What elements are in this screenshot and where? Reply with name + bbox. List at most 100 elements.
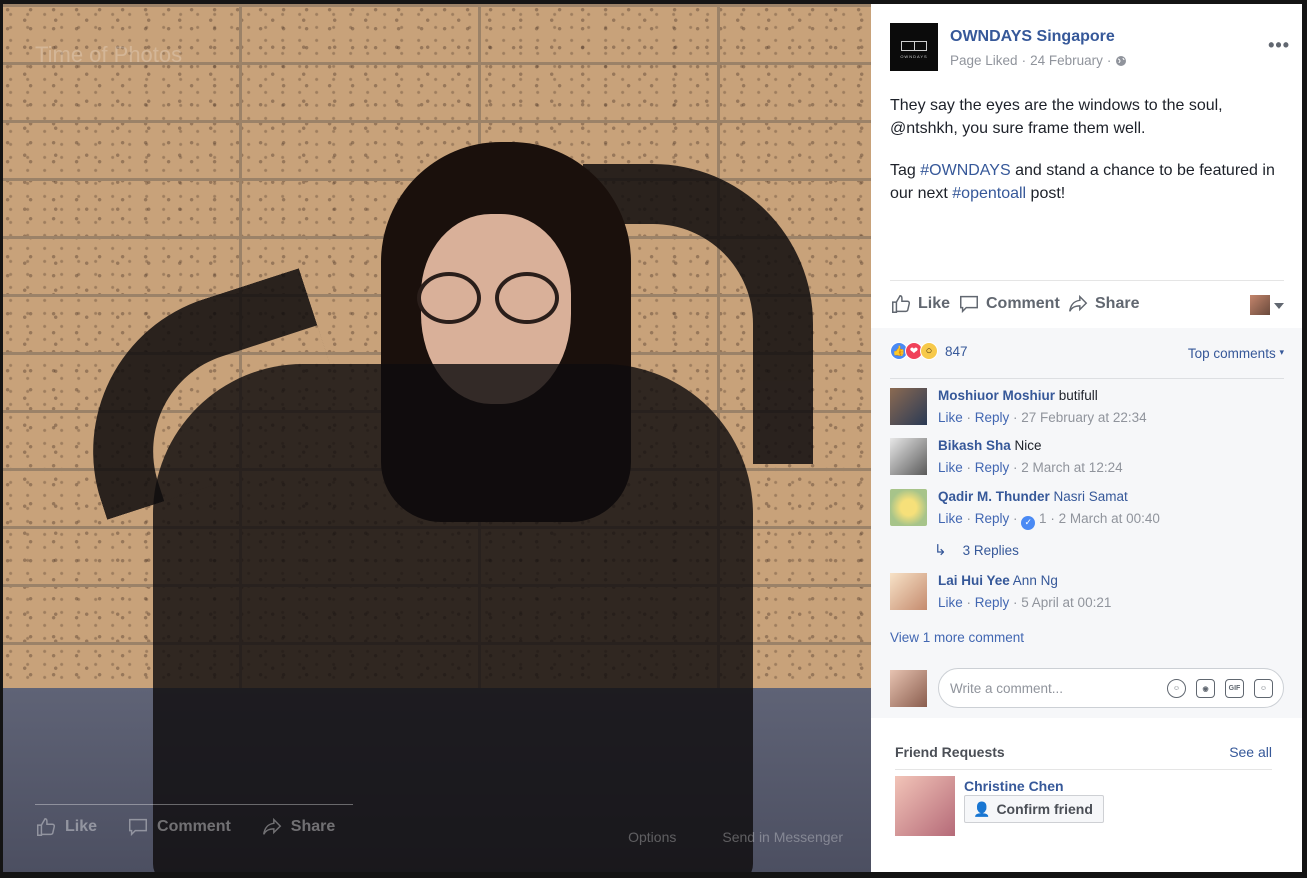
comment-like-link[interactable]: Like [938,595,963,610]
overlay-options-link[interactable]: Options [628,829,676,845]
photo-glasses-right [495,272,559,324]
post-options-button[interactable]: ••• [1268,35,1290,56]
post-date-link[interactable]: 24 February [1030,53,1103,68]
share-button[interactable]: Share [1067,293,1139,315]
comment-like-count[interactable]: 1 [1039,511,1047,526]
comment-input-tools: ☺ ◉ GIF ☺ [1167,679,1273,698]
gif-icon[interactable]: GIF [1225,679,1244,698]
comment-input[interactable]: Write a comment... ☺ ◉ GIF ☺ [938,668,1284,708]
comment-body: Bikash Sha Nice [938,438,1042,453]
post-action-bar: Like Comment Share [890,280,1284,328]
overlay-like-button[interactable]: Like [35,816,97,838]
comment-like-link[interactable]: Like [938,410,963,425]
comment-reply-link[interactable]: Reply [975,595,1010,610]
write-comment-row: Write a comment... ☺ ◉ GIF ☺ [890,668,1284,708]
friend-request-avatar[interactable] [895,776,955,836]
post-photo[interactable]: Time of Photos Like Comment Share Option… [3,4,871,872]
post-text-segment: post! [1026,184,1066,202]
view-replies-link[interactable]: ↳ 3 Replies [934,541,1019,559]
comment-button[interactable]: Comment [958,293,1060,315]
thumbs-up-icon [892,295,911,313]
friend-requests-title: Friend Requests [895,744,1005,760]
hashtag-opentoall-link[interactable]: #opentoall [952,185,1026,202]
thumbs-up-icon [37,818,56,836]
meta-separator: · [1106,53,1112,68]
comment-timestamp[interactable]: 2 March at 12:24 [1021,460,1122,475]
comment-author-link[interactable]: Bikash Sha [938,438,1011,453]
comment-text: butifull [1055,388,1098,403]
comment-timestamp[interactable]: 2 March at 00:40 [1059,511,1160,526]
post-paragraph-2: Tag #OWNDAYS and stand a chance to be fe… [890,160,1285,205]
comment-mention-link[interactable]: Ann Ng [1010,573,1058,588]
reactions-summary[interactable]: 👍 ❤ ○ 847 [890,342,968,360]
comment-body: Lai Hui Yee Ann Ng [938,573,1058,588]
comment-timestamp[interactable]: 5 April at 00:21 [1021,595,1111,610]
overlay-like-label: Like [65,818,98,835]
overlay-comment-label: Comment [157,818,231,835]
page-avatar[interactable]: OWNDAYS [890,23,938,71]
globe-icon [1116,55,1127,66]
comment-label: Comment [986,295,1060,312]
confirm-friend-button[interactable]: 👤 Confirm friend [964,795,1104,823]
reply-arrow-icon: ↳ [934,542,947,559]
friend-requests-panel: Friend Requests See all Christine Chen 👤… [895,740,1272,840]
comment-author-link[interactable]: Lai Hui Yee [938,573,1010,588]
friend-request-name-link[interactable]: Christine Chen [964,778,1064,794]
post-meta: Page Liked · 24 February · [950,53,1127,68]
overlay-right-links: Options Send in Messenger [628,829,843,845]
see-all-link[interactable]: See all [1229,744,1272,760]
logo-mark-icon [901,41,927,51]
friend-requests-divider [895,769,1272,770]
share-icon [1069,294,1088,312]
photo-watermark: Time of Photos [35,42,183,67]
chevron-down-icon: ▾ [1279,347,1284,357]
like-button[interactable]: Like [890,293,950,315]
commenter-avatar[interactable] [890,573,927,610]
like-label: Like [918,295,951,312]
emoji-icon[interactable]: ☺ [1167,679,1186,698]
comment-item: Bikash Sha Nice Like · Reply · 2 March a… [890,438,1284,482]
comment-like-link[interactable]: Like [938,460,963,475]
share-label: Share [1095,295,1140,312]
comments-section: 👍 ❤ ○ 847 Top comments ▾ Moshiuor Moshiu… [871,328,1302,718]
comment-reply-link[interactable]: Reply [975,410,1010,425]
reaction-count[interactable]: 847 [945,344,968,359]
chevron-down-icon[interactable] [1274,303,1284,309]
wow-reaction-icon: ○ [920,342,938,360]
comment-mention-link[interactable]: Nasri Samat [1050,489,1128,504]
sticker-icon[interactable]: ☺ [1254,679,1273,698]
comments-divider [890,378,1284,379]
my-avatar[interactable] [890,670,927,707]
comment-item: Moshiuor Moshiur butifull Like · Reply ·… [890,388,1284,432]
add-friend-icon: 👤 [973,800,991,817]
overlay-share-button[interactable]: Share [261,816,335,838]
comment-input-placeholder: Write a comment... [950,681,1064,696]
comment-timestamp[interactable]: 27 February at 22:34 [1021,410,1146,425]
meta-separator: · [1021,53,1027,68]
comment-author-link[interactable]: Qadir M. Thunder [938,489,1050,504]
share-icon [262,817,282,835]
commenter-avatar[interactable] [890,438,927,475]
comment-like-link[interactable]: Like [938,511,963,526]
commenter-avatar[interactable] [890,388,927,425]
photo-glasses-left [417,272,481,324]
comment-item: Qadir M. Thunder Nasri Samat Like · Repl… [890,489,1284,533]
page-liked-label: Page Liked [950,53,1018,68]
hashtag-owndays-link[interactable]: #OWNDAYS [920,162,1010,179]
comment-sort-dropdown[interactable]: Top comments ▾ [1188,346,1284,361]
comment-text: Nice [1010,438,1042,453]
overlay-actions: Like Comment Share [35,816,335,838]
overlay-comment-button[interactable]: Comment [127,816,231,838]
page-name-link[interactable]: OWNDAYS Singapore [950,28,1115,46]
camera-icon[interactable]: ◉ [1196,679,1215,698]
overlay-messenger-link[interactable]: Send in Messenger [722,829,843,845]
view-more-comments-link[interactable]: View 1 more comment [890,630,1024,645]
comment-sort-label: Top comments [1187,346,1276,361]
comment-reply-link[interactable]: Reply [975,511,1010,526]
commenter-avatar[interactable] [890,489,927,526]
photo-viewer: Time of Photos Like Comment Share Option… [0,0,1307,878]
comment-author-link[interactable]: Moshiuor Moshiur [938,388,1055,403]
comment-body: Qadir M. Thunder Nasri Samat [938,489,1128,504]
post-as-avatar[interactable] [1250,295,1270,315]
comment-reply-link[interactable]: Reply [975,460,1010,475]
